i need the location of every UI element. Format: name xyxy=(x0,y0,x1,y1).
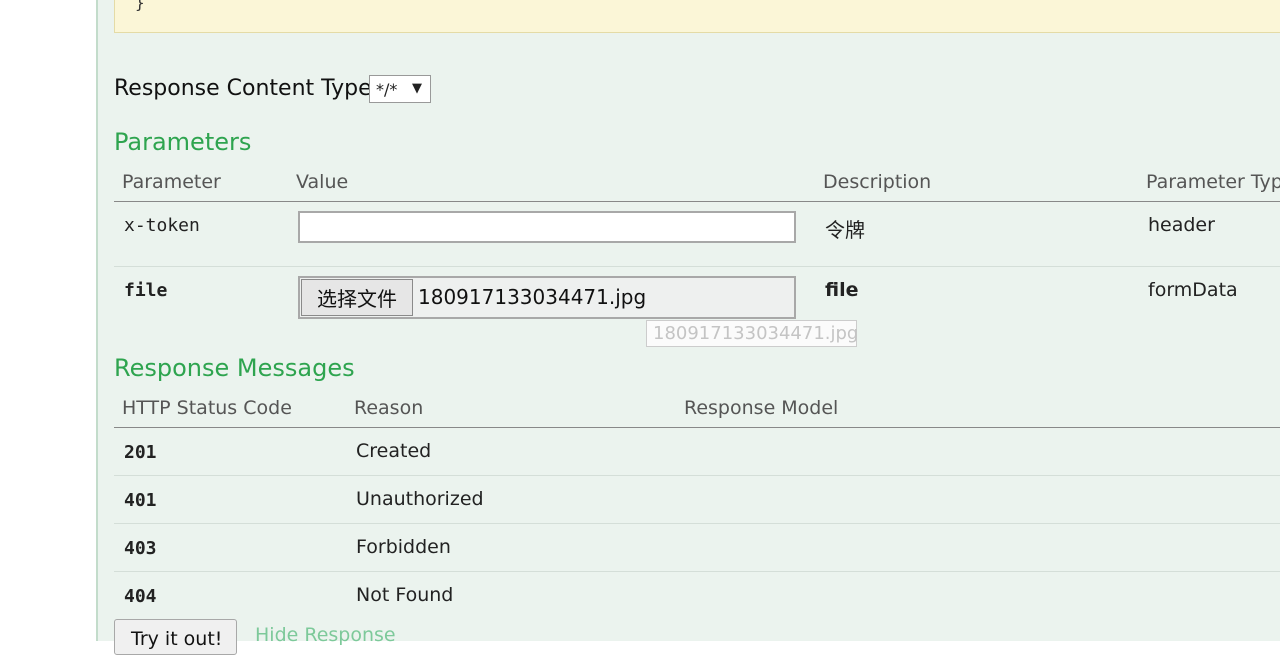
param-type-file: formData xyxy=(1148,279,1238,301)
status-reason: Unauthorized xyxy=(356,488,484,510)
status-code: 403 xyxy=(124,538,157,559)
resp-header-reason: Reason xyxy=(354,397,424,419)
param-header-description: Description xyxy=(823,171,932,193)
row-divider xyxy=(114,571,1280,572)
selected-file-name: 180917133034471.jpg xyxy=(418,285,647,309)
try-it-out-button[interactable]: Try it out! xyxy=(114,619,237,655)
param-header-value: Value xyxy=(296,171,349,193)
resp-header-code: HTTP Status Code xyxy=(122,397,292,419)
code-text: } xyxy=(135,0,145,12)
dropdown-arrow-icon: ▼ xyxy=(412,81,422,96)
param-desc-file: file xyxy=(825,279,859,301)
resp-header-model: Response Model xyxy=(684,397,839,419)
select-value: */* xyxy=(376,79,398,99)
param-name-file: file xyxy=(124,280,168,301)
file-name-tooltip: 180917133034471.jpg xyxy=(646,320,858,347)
status-code: 404 xyxy=(124,586,157,607)
file-input[interactable]: 选择文件 180917133034471.jpg xyxy=(298,276,796,319)
param-header-parameter: Parameter xyxy=(122,171,221,193)
param-name-x-token: x-token xyxy=(124,215,200,236)
resp-header-divider xyxy=(114,427,1280,428)
response-content-type-select[interactable]: */* ▼ xyxy=(369,75,431,103)
response-content-type-label: Response Content Type xyxy=(114,76,372,101)
param-header-type: Parameter Typ xyxy=(1146,171,1280,193)
response-messages-title: Response Messages xyxy=(114,354,355,382)
row-divider xyxy=(114,475,1280,476)
param-header-divider xyxy=(114,201,1280,202)
hide-response-link[interactable]: Hide Response xyxy=(255,624,396,646)
parameters-title: Parameters xyxy=(114,128,252,156)
param-type-x-token: header xyxy=(1148,214,1215,236)
param-desc-x-token: 令牌 xyxy=(825,218,865,242)
status-reason: Forbidden xyxy=(356,536,451,558)
x-token-input[interactable] xyxy=(298,211,796,243)
status-reason: Created xyxy=(356,440,432,462)
model-example-code: } xyxy=(114,0,1280,33)
row-divider xyxy=(114,523,1280,524)
status-code: 401 xyxy=(124,490,157,511)
status-reason: Not Found xyxy=(356,584,454,606)
status-code: 201 xyxy=(124,442,157,463)
row-divider xyxy=(114,266,1280,267)
choose-file-button[interactable]: 选择文件 xyxy=(301,279,413,316)
